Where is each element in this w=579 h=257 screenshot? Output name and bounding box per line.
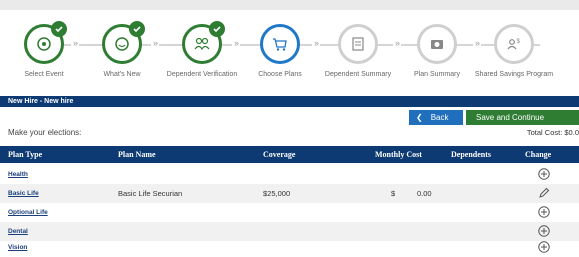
plans-table-header: Plan Type Plan Name Coverage Monthly Cos…	[0, 146, 579, 163]
plan-type-link[interactable]: Basic Life	[8, 184, 39, 203]
back-button[interactable]: ❮ Back	[409, 110, 463, 125]
step-label: Shared Savings Program	[474, 71, 554, 78]
col-dependents: Dependents	[451, 150, 492, 159]
add-circle-icon[interactable]	[538, 241, 550, 253]
col-plan-type: Plan Type	[8, 150, 43, 159]
plan-type-link[interactable]: Health	[8, 165, 28, 184]
step-circle	[182, 21, 225, 64]
table-row: Optional Life	[0, 203, 579, 222]
step-circle	[24, 21, 67, 64]
step-circle	[417, 24, 457, 64]
step-label: Dependent Verification	[166, 71, 238, 78]
col-coverage: Coverage	[263, 150, 296, 159]
step-choose-plans[interactable]: Choose Plans	[240, 24, 320, 79]
plan-name: Basic Life Securian	[118, 189, 183, 198]
check-icon	[51, 21, 67, 37]
add-circle-icon[interactable]	[538, 168, 550, 180]
step-shared-savings-program[interactable]: $ Shared Savings Program	[474, 24, 554, 79]
table-row: Basic Life Basic Life Securian $25,000 $…	[0, 184, 579, 203]
pencil-edit-icon[interactable]	[538, 187, 550, 199]
step-whats-new[interactable]: What's New	[82, 21, 162, 79]
top-bar	[0, 0, 579, 10]
back-label: Back	[430, 113, 449, 122]
check-icon	[209, 21, 225, 37]
monthly-cost-value: 0.00	[417, 189, 432, 198]
camera-icon	[431, 40, 443, 49]
col-monthly-cost: Monthly Cost	[375, 150, 422, 159]
money-people-icon: $	[507, 39, 521, 50]
svg-text:$: $	[517, 39, 521, 45]
check-icon	[129, 21, 145, 37]
step-circle	[338, 24, 378, 64]
col-plan-name: Plan Name	[118, 150, 156, 159]
plan-type-link[interactable]: Vision	[8, 238, 27, 257]
step-circle	[260, 24, 300, 64]
step-circle: $	[494, 24, 534, 64]
col-change: Change	[525, 150, 552, 159]
step-dependent-verification[interactable]: Dependent Verification	[162, 21, 242, 79]
add-circle-icon[interactable]	[538, 206, 550, 218]
coverage-value: $25,000	[263, 189, 291, 198]
people-icon	[194, 37, 210, 51]
smile-icon	[115, 37, 129, 51]
cart-icon	[273, 38, 287, 51]
progress-stepper: » » » » » » Select Event What's New Depe…	[0, 14, 579, 94]
step-label: Select Event	[24, 71, 64, 78]
step-label: Dependent Summary	[324, 71, 392, 78]
save-label: Save and Continue	[476, 113, 545, 122]
table-row: Health	[0, 165, 579, 184]
save-and-continue-button[interactable]: Save and Continue	[466, 110, 579, 125]
document-icon	[352, 37, 364, 51]
elections-prompt: Make your elections:	[8, 128, 82, 137]
plan-type-link[interactable]: Optional Life	[8, 203, 48, 222]
step-select-event[interactable]: Select Event	[4, 21, 84, 79]
step-circle	[102, 21, 145, 64]
total-cost: Total Cost: $0.0	[526, 128, 579, 137]
action-bar: ❮ Back Save and Continue	[0, 110, 579, 126]
step-label: What's New	[103, 71, 141, 78]
gear-icon	[37, 37, 51, 51]
add-circle-icon[interactable]	[538, 225, 550, 237]
chevron-left-icon: ❮	[416, 113, 423, 122]
step-dependent-summary[interactable]: Dependent Summary	[318, 24, 398, 79]
currency-symbol: $	[391, 189, 396, 198]
step-label: Choose Plans	[258, 71, 302, 78]
step-label: Plan Summary	[414, 71, 460, 78]
table-row: Vision	[0, 238, 579, 257]
step-plan-summary[interactable]: Plan Summary	[397, 24, 477, 79]
page-title-band: New Hire - New hire	[0, 96, 579, 107]
